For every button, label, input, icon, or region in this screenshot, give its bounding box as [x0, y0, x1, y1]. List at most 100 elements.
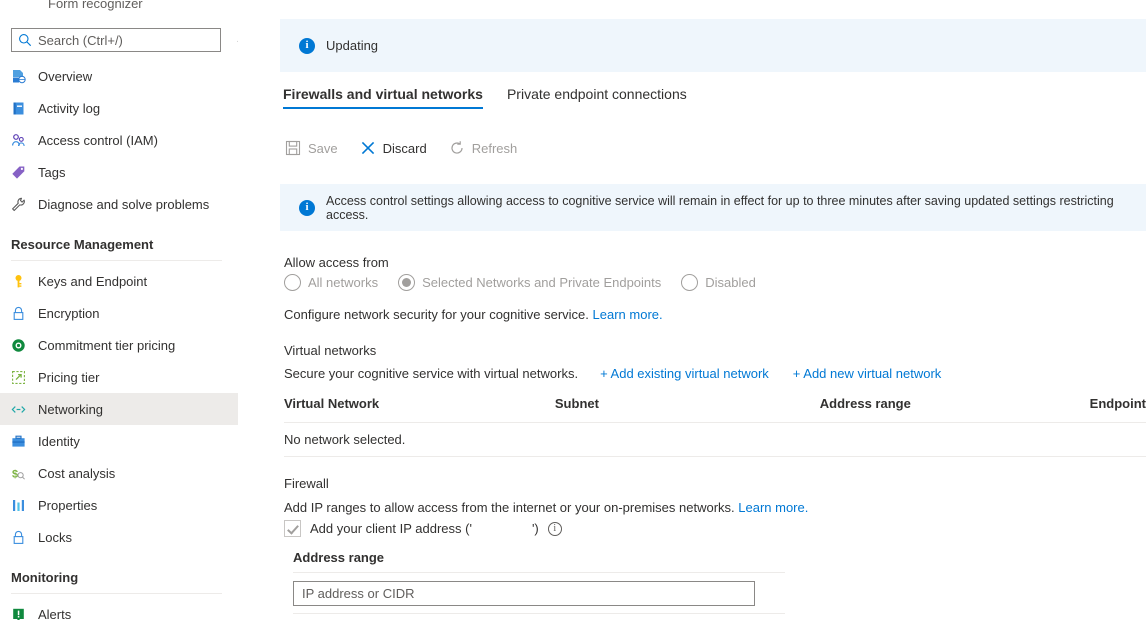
sidebar-item-label: Identity	[38, 434, 80, 449]
checkbox-icon[interactable]	[284, 520, 301, 537]
discard-icon	[360, 140, 376, 156]
column-header-subnet[interactable]: Subnet	[555, 396, 820, 411]
sidebar-item-label: Tags	[38, 165, 65, 180]
overview-icon	[10, 68, 26, 84]
tag-icon	[10, 164, 26, 180]
sidebar-group-monitoring: Monitoring	[0, 553, 238, 587]
address-range-divider-bottom	[293, 613, 785, 614]
access-control-icon	[10, 132, 26, 148]
save-label: Save	[308, 142, 338, 155]
sidebar-item-access-control[interactable]: Access control (IAM)	[0, 124, 238, 156]
radio-mark-icon	[284, 274, 301, 291]
radio-label: Disabled	[705, 275, 756, 290]
activity-log-icon	[10, 100, 26, 116]
sidebar-item-label: Keys and Endpoint	[38, 274, 147, 289]
info-banner-text: Access control settings allowing access …	[326, 194, 1146, 222]
add-existing-virtual-network-link[interactable]: + Add existing virtual network	[600, 366, 769, 381]
learn-more-link[interactable]: Learn more.	[593, 307, 663, 322]
firewall-title: Firewall	[284, 476, 329, 491]
sidebar-item-commitment-tier-pricing[interactable]: Commitment tier pricing	[0, 329, 238, 361]
virtual-networks-description: Secure your cognitive service with virtu…	[284, 366, 578, 381]
firewall-learn-more-link[interactable]: Learn more.	[738, 500, 808, 515]
alert-icon	[10, 606, 26, 620]
sidebar-item-label: Access control (IAM)	[38, 133, 158, 148]
command-toolbar: Save Discard Refresh	[283, 136, 537, 160]
sidebar-item-label: Activity log	[38, 101, 100, 116]
virtual-networks-actions: Secure your cognitive service with virtu…	[284, 366, 965, 381]
sidebar-item-activity-log[interactable]: Activity log	[0, 92, 238, 124]
refresh-icon	[449, 140, 465, 156]
sidebar-item-alerts[interactable]: Alerts	[0, 598, 238, 620]
sidebar-item-keys-and-endpoint[interactable]: Keys and Endpoint	[0, 265, 238, 297]
svg-text:$: $	[12, 468, 18, 480]
sidebar-search[interactable]	[11, 28, 221, 52]
azure-portal-networking-page: Form recognizer « Overview	[0, 0, 1146, 620]
resource-title: Form recognizer	[48, 0, 143, 11]
add-new-virtual-network-link[interactable]: + Add new virtual network	[793, 366, 942, 381]
table-row-divider	[284, 456, 1146, 457]
info-icon: i	[299, 200, 315, 216]
sidebar-item-label: Cost analysis	[38, 466, 115, 481]
radio-label: Selected Networks and Private Endpoints	[422, 275, 661, 290]
virtual-networks-title: Virtual networks	[284, 343, 376, 358]
sidebar-item-diagnose[interactable]: Diagnose and solve problems	[0, 188, 238, 220]
sidebar-item-overview[interactable]: Overview	[0, 60, 238, 92]
table-empty-row: No network selected.	[284, 423, 1146, 456]
sidebar-divider	[11, 260, 222, 261]
radio-disabled[interactable]: Disabled	[681, 274, 756, 291]
table-header-row: Virtual Network Subnet Address range End…	[284, 396, 1146, 418]
configure-description: Configure network security for your cogn…	[284, 307, 589, 322]
sidebar-item-cost-analysis[interactable]: $ Cost analysis	[0, 457, 238, 489]
radio-mark-icon	[398, 274, 415, 291]
lock-icon	[10, 305, 26, 321]
sidebar-item-identity[interactable]: Identity	[0, 425, 238, 457]
properties-icon	[10, 497, 26, 513]
sidebar: Form recognizer « Overview	[0, 0, 238, 620]
save-icon	[285, 140, 301, 156]
sidebar-item-locks[interactable]: Locks	[0, 521, 238, 553]
address-range-input[interactable]	[293, 581, 755, 606]
save-button[interactable]: Save	[283, 140, 340, 156]
discard-button[interactable]: Discard	[358, 140, 429, 156]
address-range-header: Address range	[293, 550, 785, 572]
sidebar-item-label: Diagnose and solve problems	[38, 197, 209, 212]
virtual-networks-table: Virtual Network Subnet Address range End…	[284, 396, 1146, 457]
info-icon[interactable]: i	[548, 522, 562, 536]
radio-all-networks[interactable]: All networks	[284, 274, 378, 291]
column-header-endpoint[interactable]: Endpoint	[1090, 396, 1146, 411]
sidebar-item-label: Locks	[38, 530, 72, 545]
address-range-section: Address range	[293, 550, 785, 614]
sidebar-item-label: Properties	[38, 498, 97, 513]
sidebar-item-tags[interactable]: Tags	[0, 156, 238, 188]
refresh-label: Refresh	[472, 142, 518, 155]
search-input[interactable]	[38, 30, 214, 50]
sidebar-item-label: Pricing tier	[38, 370, 99, 385]
tab-private-endpoint-connections[interactable]: Private endpoint connections	[507, 86, 687, 109]
radio-selected-networks-and-private-endpoints[interactable]: Selected Networks and Private Endpoints	[398, 274, 661, 291]
collapse-sidebar-button[interactable]: «	[231, 30, 238, 50]
sidebar-group-resource-management: Resource Management	[0, 220, 238, 254]
status-banner-text: Updating	[326, 38, 378, 53]
wrench-icon	[10, 196, 26, 212]
identity-icon	[10, 433, 26, 449]
firewall-description-text: Add IP ranges to allow access from the i…	[284, 500, 735, 515]
add-client-ip-checkbox-row[interactable]: Add your client IP address (' ') i	[284, 520, 562, 537]
sidebar-divider	[11, 593, 222, 594]
cost-analysis-icon: $	[10, 465, 26, 481]
column-header-address-range[interactable]: Address range	[820, 396, 1090, 411]
client-ip-prefix: Add your client IP address ('	[310, 521, 472, 536]
column-header-virtual-network[interactable]: Virtual Network	[284, 396, 555, 411]
tab-firewalls-and-virtual-networks[interactable]: Firewalls and virtual networks	[283, 86, 483, 109]
sidebar-item-encryption[interactable]: Encryption	[0, 297, 238, 329]
sidebar-item-label: Alerts	[38, 607, 71, 620]
client-ip-suffix: ')	[532, 521, 539, 536]
refresh-button[interactable]: Refresh	[447, 140, 520, 156]
sidebar-item-networking[interactable]: Networking	[0, 393, 238, 425]
sidebar-item-properties[interactable]: Properties	[0, 489, 238, 521]
radio-label: All networks	[308, 275, 378, 290]
discard-label: Discard	[383, 142, 427, 155]
address-range-input-row	[293, 573, 785, 613]
tab-list: Firewalls and virtual networks Private e…	[283, 86, 711, 115]
firewall-description: Add IP ranges to allow access from the i…	[284, 500, 808, 515]
sidebar-item-pricing-tier[interactable]: Pricing tier	[0, 361, 238, 393]
